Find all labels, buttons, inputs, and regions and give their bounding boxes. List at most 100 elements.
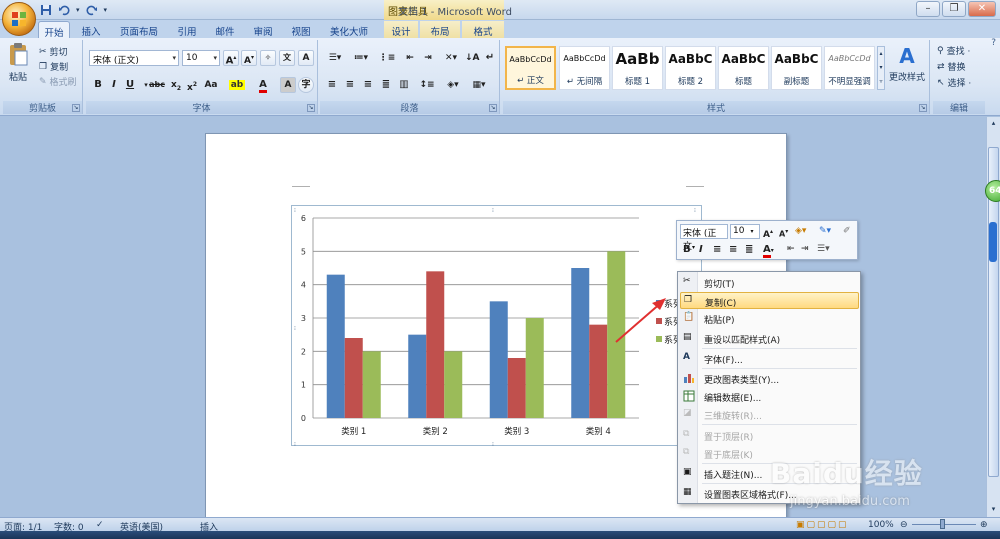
numbering-icon[interactable]: ≔▾ <box>350 50 372 66</box>
save-icon[interactable] <box>40 4 52 16</box>
undo-dropdown-icon[interactable]: ▾ <box>76 6 80 14</box>
menu-item-copy[interactable]: ❐ 复制(C) <box>680 292 859 309</box>
italic-icon[interactable]: I <box>106 77 122 93</box>
minimize-icon[interactable]: – <box>916 1 940 17</box>
enclosed-char-icon[interactable]: 字 <box>298 77 314 93</box>
styles-launcher-icon[interactable]: ↘ <box>919 104 927 112</box>
mini-bold-icon[interactable]: B <box>683 242 691 257</box>
customize-qat-icon[interactable]: ▾ <box>104 6 108 14</box>
subscript-icon[interactable]: x2 <box>168 77 184 93</box>
change-case-icon[interactable]: Aa <box>202 77 220 93</box>
scroll-up-icon[interactable]: ▴ <box>988 119 999 129</box>
redo-icon[interactable] <box>85 4 98 16</box>
tab-chart-layout[interactable]: 布局 <box>420 21 460 38</box>
mini-italic-icon[interactable]: I <box>699 242 703 257</box>
font-launcher-icon[interactable]: ↘ <box>307 104 315 112</box>
grow-font-icon[interactable]: A▴ <box>223 50 239 66</box>
tab-page-layout[interactable]: 页面布局 <box>112 21 166 38</box>
tab-view[interactable]: 视图 <box>286 21 316 38</box>
restore-icon[interactable]: ❐ <box>942 1 966 17</box>
style-normal[interactable]: AaBbCcDd ↵ 正文 <box>505 46 556 90</box>
decrease-indent-icon[interactable]: ⇤ <box>402 50 418 66</box>
show-marks-icon[interactable]: ↵ <box>482 50 498 66</box>
borders-icon[interactable]: ▦▾ <box>468 77 490 93</box>
cut-button[interactable]: ✂ 剪切 <box>39 45 68 59</box>
font-color-icon[interactable]: A <box>252 77 274 93</box>
menu-item-change-chart-type[interactable]: 更改图表类型(Y)... <box>680 370 859 387</box>
select-button[interactable]: ↖ 选择 · <box>937 76 971 90</box>
zoom-out-icon[interactable]: ⊖ <box>900 520 908 530</box>
menu-item-edit-data[interactable]: 编辑数据(E)... <box>680 388 859 405</box>
multilevel-list-icon[interactable]: ⋮≡ <box>376 50 398 66</box>
mini-justify-icon[interactable]: ≣ <box>745 242 753 257</box>
mini-decrease-indent-icon[interactable]: ⇤ <box>787 242 795 257</box>
mini-align-right-icon[interactable]: ≡ <box>729 242 737 257</box>
mini-increase-indent-icon[interactable]: ⇥ <box>801 242 809 257</box>
help-icon[interactable]: ? <box>991 38 996 48</box>
zoom-slider-thumb[interactable] <box>940 519 945 529</box>
chinese-layout-icon[interactable]: ✕▾ <box>440 50 462 66</box>
replace-button[interactable]: ⇄ 替换 <box>937 60 966 74</box>
style-title[interactable]: AaBbC 标题 <box>718 46 769 90</box>
tab-home[interactable]: 开始 <box>38 21 70 39</box>
mini-fill-color-icon[interactable]: ◈▾ <box>795 224 806 239</box>
mini-align-center-icon[interactable]: ≡ <box>713 242 721 257</box>
menu-item-paste[interactable]: 📋 粘贴(P) <box>680 310 859 327</box>
find-button[interactable]: ⚲ 查找 · <box>937 44 970 58</box>
sort-icon[interactable]: ↓A <box>464 50 480 66</box>
zoom-in-icon[interactable]: ⊕ <box>980 520 988 530</box>
tab-mailings[interactable]: 邮件 <box>210 21 240 38</box>
menu-item-cut[interactable]: ✂ 剪切(T) <box>680 274 859 291</box>
tab-review[interactable]: 审阅 <box>248 21 278 38</box>
clear-format-icon[interactable]: ✧ <box>260 50 276 66</box>
justify-icon[interactable]: ≣ <box>378 77 394 93</box>
view-buttons-icon[interactable]: ▣▢▢▢▢ <box>796 520 849 530</box>
mini-outline-color-icon[interactable]: ✎▾ <box>819 224 831 239</box>
clipboard-launcher-icon[interactable]: ↘ <box>72 104 80 112</box>
menu-item-font[interactable]: A 字体(F)... <box>680 350 859 367</box>
shading-icon[interactable]: ◈▾ <box>442 77 464 93</box>
tab-references[interactable]: 引用 <box>172 21 202 38</box>
tab-chart-design[interactable]: 设计 <box>384 21 418 38</box>
styles-gallery-scroll[interactable]: ▴ ▾ ▿ <box>877 46 885 90</box>
align-right-icon[interactable]: ≡ <box>360 77 376 93</box>
bold-icon[interactable]: B <box>90 77 106 93</box>
menu-item-reset-style[interactable]: ▤ 重设以匹配样式(A) <box>680 330 859 347</box>
menu-item-3d-rotation[interactable]: ◪ 三维旋转(R)... <box>680 406 859 423</box>
undo-icon[interactable] <box>58 4 70 16</box>
line-spacing-icon[interactable]: ↕≡ <box>416 77 438 93</box>
mini-shrink-font-icon[interactable]: A▾ <box>779 224 788 239</box>
paste-button[interactable]: 粘贴 <box>7 42 29 83</box>
mini-bullets-icon[interactable]: ☰▾ <box>817 242 830 257</box>
style-subtitle[interactable]: AaBbC 副标题 <box>771 46 822 90</box>
increase-indent-icon[interactable]: ⇥ <box>420 50 436 66</box>
proofing-icon[interactable]: ✓ <box>96 520 104 530</box>
tab-insert[interactable]: 插入 <box>76 21 106 38</box>
tab-meihua-dashi[interactable]: 美化大师 <box>324 21 374 38</box>
highlight-icon[interactable]: ab <box>226 77 248 93</box>
change-styles-button[interactable]: A 更改样式 <box>889 44 925 83</box>
paragraph-launcher-icon[interactable]: ↘ <box>489 104 497 112</box>
mini-format-painter-icon[interactable]: ✐ <box>843 224 851 239</box>
strikethrough-icon[interactable]: abc <box>148 77 166 93</box>
char-shading-icon[interactable]: A <box>280 77 296 93</box>
mini-grow-font-icon[interactable]: A▴ <box>763 224 773 240</box>
office-button[interactable] <box>2 2 36 36</box>
zoom-level[interactable]: 100% <box>868 520 894 530</box>
mini-font-color-icon[interactable]: A▾ <box>763 242 774 258</box>
menu-item-bring-to-front[interactable]: ⧉ 置于顶层(R) <box>680 427 859 444</box>
format-painter-button[interactable]: ✎ 格式刷 <box>39 75 77 89</box>
underline-icon[interactable]: U <box>122 77 138 93</box>
close-icon[interactable]: ✕ <box>968 1 996 17</box>
align-center-icon[interactable]: ≡ <box>342 77 358 93</box>
style-no-spacing[interactable]: AaBbCcDd ↵ 无间隔 <box>559 46 610 90</box>
distributed-icon[interactable]: ▥ <box>396 77 412 93</box>
tab-chart-format[interactable]: 格式 <box>462 21 504 38</box>
align-left-icon[interactable]: ≡ <box>324 77 340 93</box>
style-subtle-emphasis[interactable]: AaBbCcDd 不明显强调 <box>824 46 875 90</box>
shrink-font-icon[interactable]: A▾ <box>241 50 257 66</box>
copy-button[interactable]: ❐ 复制 <box>39 60 68 74</box>
char-border-icon[interactable]: A <box>298 50 314 66</box>
style-heading-1[interactable]: AaBb 标题 1 <box>612 46 663 90</box>
phonetic-guide-icon[interactable]: 文 <box>279 50 295 66</box>
